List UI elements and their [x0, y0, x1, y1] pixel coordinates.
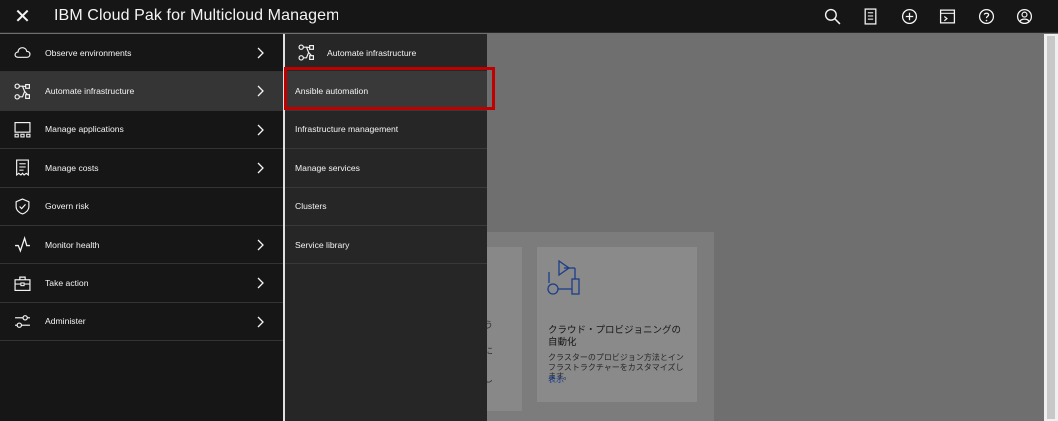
nav-item-manage-applications[interactable]: Manage applications [0, 111, 283, 150]
activity-icon [0, 236, 45, 253]
nav-item-label: Take action [45, 278, 89, 289]
shield-icon [0, 198, 45, 215]
nav-item-observe-environments[interactable]: Observe environments [0, 34, 283, 73]
nav-item-label: Observe environments [45, 47, 132, 58]
top-header: ✕ IBM Cloud Pak for Multicloud Managemer [0, 0, 1058, 33]
flow-icon [0, 83, 45, 100]
submenu-item-manage-services[interactable]: Manage services [285, 149, 487, 188]
user-icon[interactable] [1006, 0, 1045, 33]
cloud-icon [0, 44, 45, 61]
vertical-scrollbar[interactable] [1044, 34, 1058, 421]
nav-item-label: Manage costs [45, 162, 99, 173]
nav-item-monitor-health[interactable]: Monitor health [0, 226, 283, 265]
card-link[interactable]: 表示 [548, 374, 564, 385]
nav-item-label: Automate infrastructure [45, 86, 135, 97]
sliders-icon [0, 313, 45, 330]
submenu-item-clusters[interactable]: Clusters [285, 188, 487, 226]
nav-item-take-action[interactable]: Take action [0, 264, 283, 303]
submenu-item-label: Service library [295, 239, 350, 250]
flow-icon [285, 44, 327, 61]
submenu-title: Automate infrastructure [327, 47, 417, 58]
submenu-item-label: Manage services [295, 162, 360, 173]
chevron-right-icon [257, 277, 264, 289]
submenu-item-label: Infrastructure management [295, 124, 399, 135]
card-description: クラスターのプロビジョン方法とインフラストラクチャーをカスタマイズします。 [548, 353, 684, 381]
submenu-item-service-library[interactable]: Service library [285, 226, 487, 265]
submenu-panel: Automate infrastructure Ansible automati… [285, 34, 487, 421]
submenu-header: Automate infrastructure [285, 34, 487, 73]
nav-item-manage-costs[interactable]: Manage costs [0, 149, 283, 188]
nav-item-label: Govern risk [45, 201, 89, 212]
search-icon[interactable] [813, 0, 852, 33]
nav-item-administer[interactable]: Administer [0, 303, 283, 342]
automation-illustration-icon [547, 259, 580, 295]
nav-item-label: Monitor health [45, 239, 100, 250]
scrollbar-thumb[interactable] [1047, 36, 1055, 419]
nav-item-govern-risk[interactable]: Govern risk [0, 188, 283, 226]
help-icon[interactable] [967, 0, 1006, 33]
submenu-item-label: Ansible automation [295, 86, 369, 97]
apps-icon [0, 121, 45, 138]
toolbox-icon [0, 275, 45, 292]
chevron-right-icon [257, 316, 264, 328]
chevron-right-icon [257, 85, 264, 97]
nav-item-label: Administer [45, 316, 86, 327]
automation-card[interactable]: クラウド・プロビジョニングの自動化 クラスターのプロビジョン方法とインフラストラ… [537, 247, 697, 402]
left-navigation: Observe environments Automate infrastruc… [0, 34, 283, 421]
chevron-right-icon [257, 124, 264, 136]
card-title: クラウド・プロビジョニングの自動化 [548, 325, 682, 348]
chevron-right-icon [257, 47, 264, 59]
receipt-icon [0, 159, 45, 177]
submenu-item-label: Clusters [295, 201, 327, 212]
chevron-right-icon [257, 239, 264, 251]
catalog-icon[interactable] [852, 0, 891, 33]
submenu-item-infrastructure-management[interactable]: Infrastructure management [285, 111, 487, 150]
nav-item-automate-infrastructure[interactable]: Automate infrastructure [0, 72, 283, 111]
terminal-icon[interactable] [929, 0, 968, 33]
header-actions [813, 0, 1044, 33]
chevron-right-icon [257, 162, 264, 174]
close-menu-button[interactable]: ✕ [0, 0, 45, 33]
nav-item-label: Manage applications [45, 124, 124, 135]
app-title[interactable]: IBM Cloud Pak for Multicloud Managemer [54, 7, 338, 25]
add-icon[interactable] [890, 0, 929, 33]
submenu-item-ansible-automation[interactable]: Ansible automation [285, 72, 487, 111]
